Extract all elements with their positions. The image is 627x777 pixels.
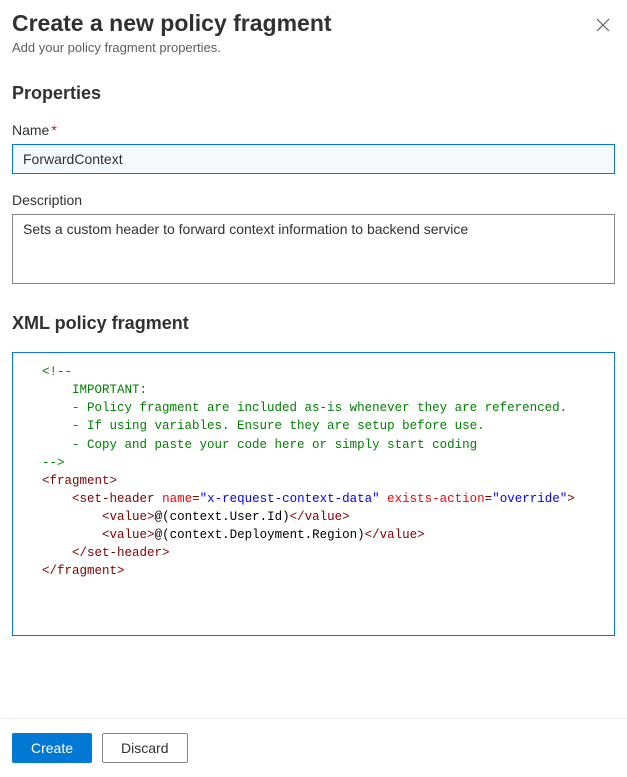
close-button[interactable] bbox=[591, 14, 615, 38]
xml-heading: XML policy fragment bbox=[12, 313, 615, 334]
close-icon bbox=[596, 18, 610, 35]
required-indicator: * bbox=[51, 122, 56, 138]
create-button[interactable]: Create bbox=[12, 733, 92, 763]
description-label: Description bbox=[12, 192, 615, 208]
properties-heading: Properties bbox=[12, 83, 615, 104]
name-label: Name* bbox=[12, 122, 615, 138]
discard-button[interactable]: Discard bbox=[102, 733, 187, 763]
description-input[interactable]: Sets a custom header to forward context … bbox=[12, 214, 615, 284]
xml-code-editor[interactable]: <!-- IMPORTANT: - Policy fragment are in… bbox=[12, 352, 615, 636]
panel-subtitle: Add your policy fragment properties. bbox=[12, 40, 615, 55]
panel-title: Create a new policy fragment bbox=[12, 10, 332, 37]
footer-bar: Create Discard bbox=[0, 718, 627, 777]
name-input[interactable] bbox=[12, 144, 615, 174]
